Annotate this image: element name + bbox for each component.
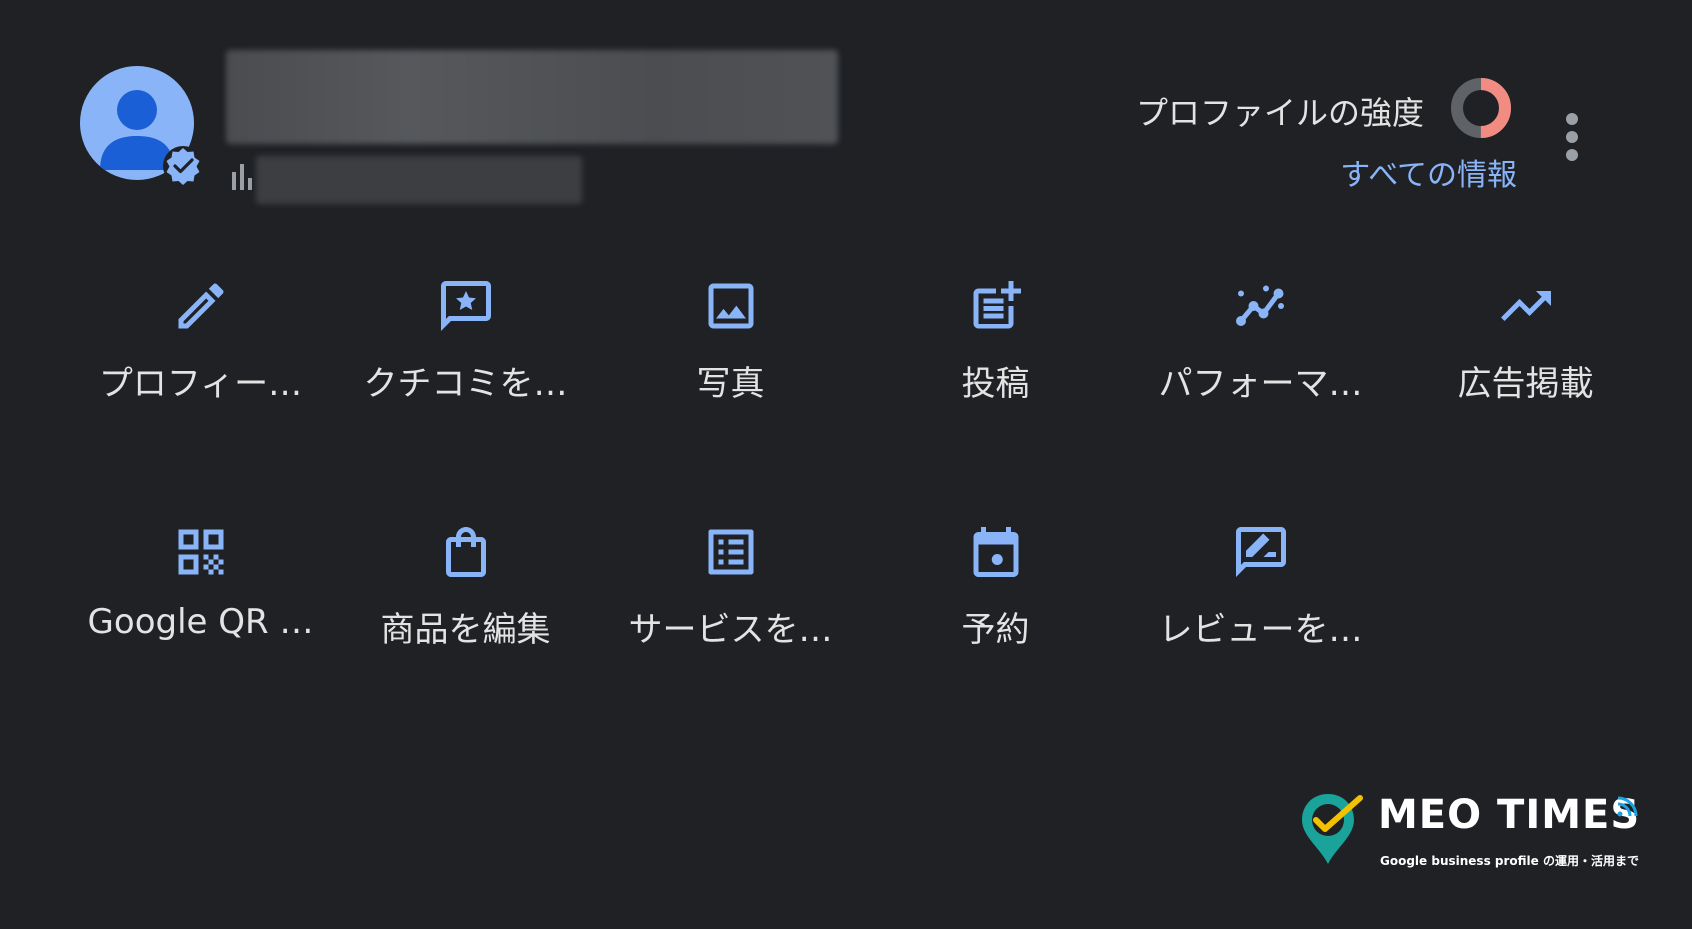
review-star-icon xyxy=(440,281,491,331)
pencil-icon xyxy=(178,283,224,329)
action-ads[interactable]: 広告掲載 xyxy=(1393,268,1658,514)
qr-code-icon xyxy=(178,529,223,575)
trending-up-icon xyxy=(1500,291,1551,321)
action-label: 広告掲載 xyxy=(1457,364,1594,404)
action-get-reviews[interactable]: クチコミを… xyxy=(333,268,598,514)
verified-badge-icon xyxy=(163,146,203,186)
shopping-bag-icon xyxy=(445,527,486,577)
rate-review-icon xyxy=(1235,527,1286,577)
action-google-qr[interactable]: Google QR … xyxy=(68,514,333,760)
performance-icon xyxy=(1235,285,1284,326)
action-label: パフォーマ… xyxy=(1158,364,1363,404)
profile-strength-label: プロファイルの強度 xyxy=(1135,94,1424,132)
action-performance[interactable]: パフォーマ… xyxy=(1128,268,1393,514)
bar-chart-icon xyxy=(232,164,252,190)
action-post[interactable]: 投稿 xyxy=(863,268,1128,514)
action-label: サービスを… xyxy=(628,610,833,650)
action-photos[interactable]: 写真 xyxy=(598,268,863,514)
meo-times-watermark: MEO TIMES Google business profile の運用・活用… xyxy=(1298,790,1648,870)
all-info-link[interactable]: すべての情報 xyxy=(1340,150,1517,194)
action-label: 商品を編集 xyxy=(380,610,551,650)
action-label: 写真 xyxy=(696,364,765,404)
action-services[interactable]: サービスを… xyxy=(598,514,863,760)
action-grid: プロフィー… クチコミを… 写真 投稿 パフォーマ… 広告掲載 Google Q… xyxy=(68,268,1658,760)
action-booking[interactable]: 予約 xyxy=(863,514,1128,760)
action-label: クチコミを… xyxy=(363,364,568,404)
profile-strength-ring[interactable] xyxy=(1449,76,1513,140)
action-label: 投稿 xyxy=(961,364,1030,404)
action-label: レビューを… xyxy=(1158,610,1363,650)
photo-icon xyxy=(708,283,753,329)
post-add-icon xyxy=(973,281,1021,329)
action-edit-profile[interactable]: プロフィー… xyxy=(68,268,333,514)
more-vert-icon[interactable] xyxy=(1564,112,1580,162)
action-label: プロフィー… xyxy=(98,364,303,404)
action-label: 予約 xyxy=(961,610,1030,650)
list-icon xyxy=(708,529,753,575)
action-edit-products[interactable]: 商品を編集 xyxy=(333,514,598,760)
watermark-title: MEO TIMES xyxy=(1378,792,1641,838)
business-stats-redacted xyxy=(256,156,582,204)
calendar-icon xyxy=(973,527,1018,577)
map-pin-check-logo-icon xyxy=(1302,794,1363,864)
action-label: Google QR … xyxy=(87,602,314,642)
action-reviews[interactable]: レビューを… xyxy=(1128,514,1393,760)
wifi-signal-icon xyxy=(1617,796,1638,817)
business-name-redacted xyxy=(226,50,838,144)
watermark-subtitle: Google business profile の運用・活用まで xyxy=(1380,854,1639,868)
